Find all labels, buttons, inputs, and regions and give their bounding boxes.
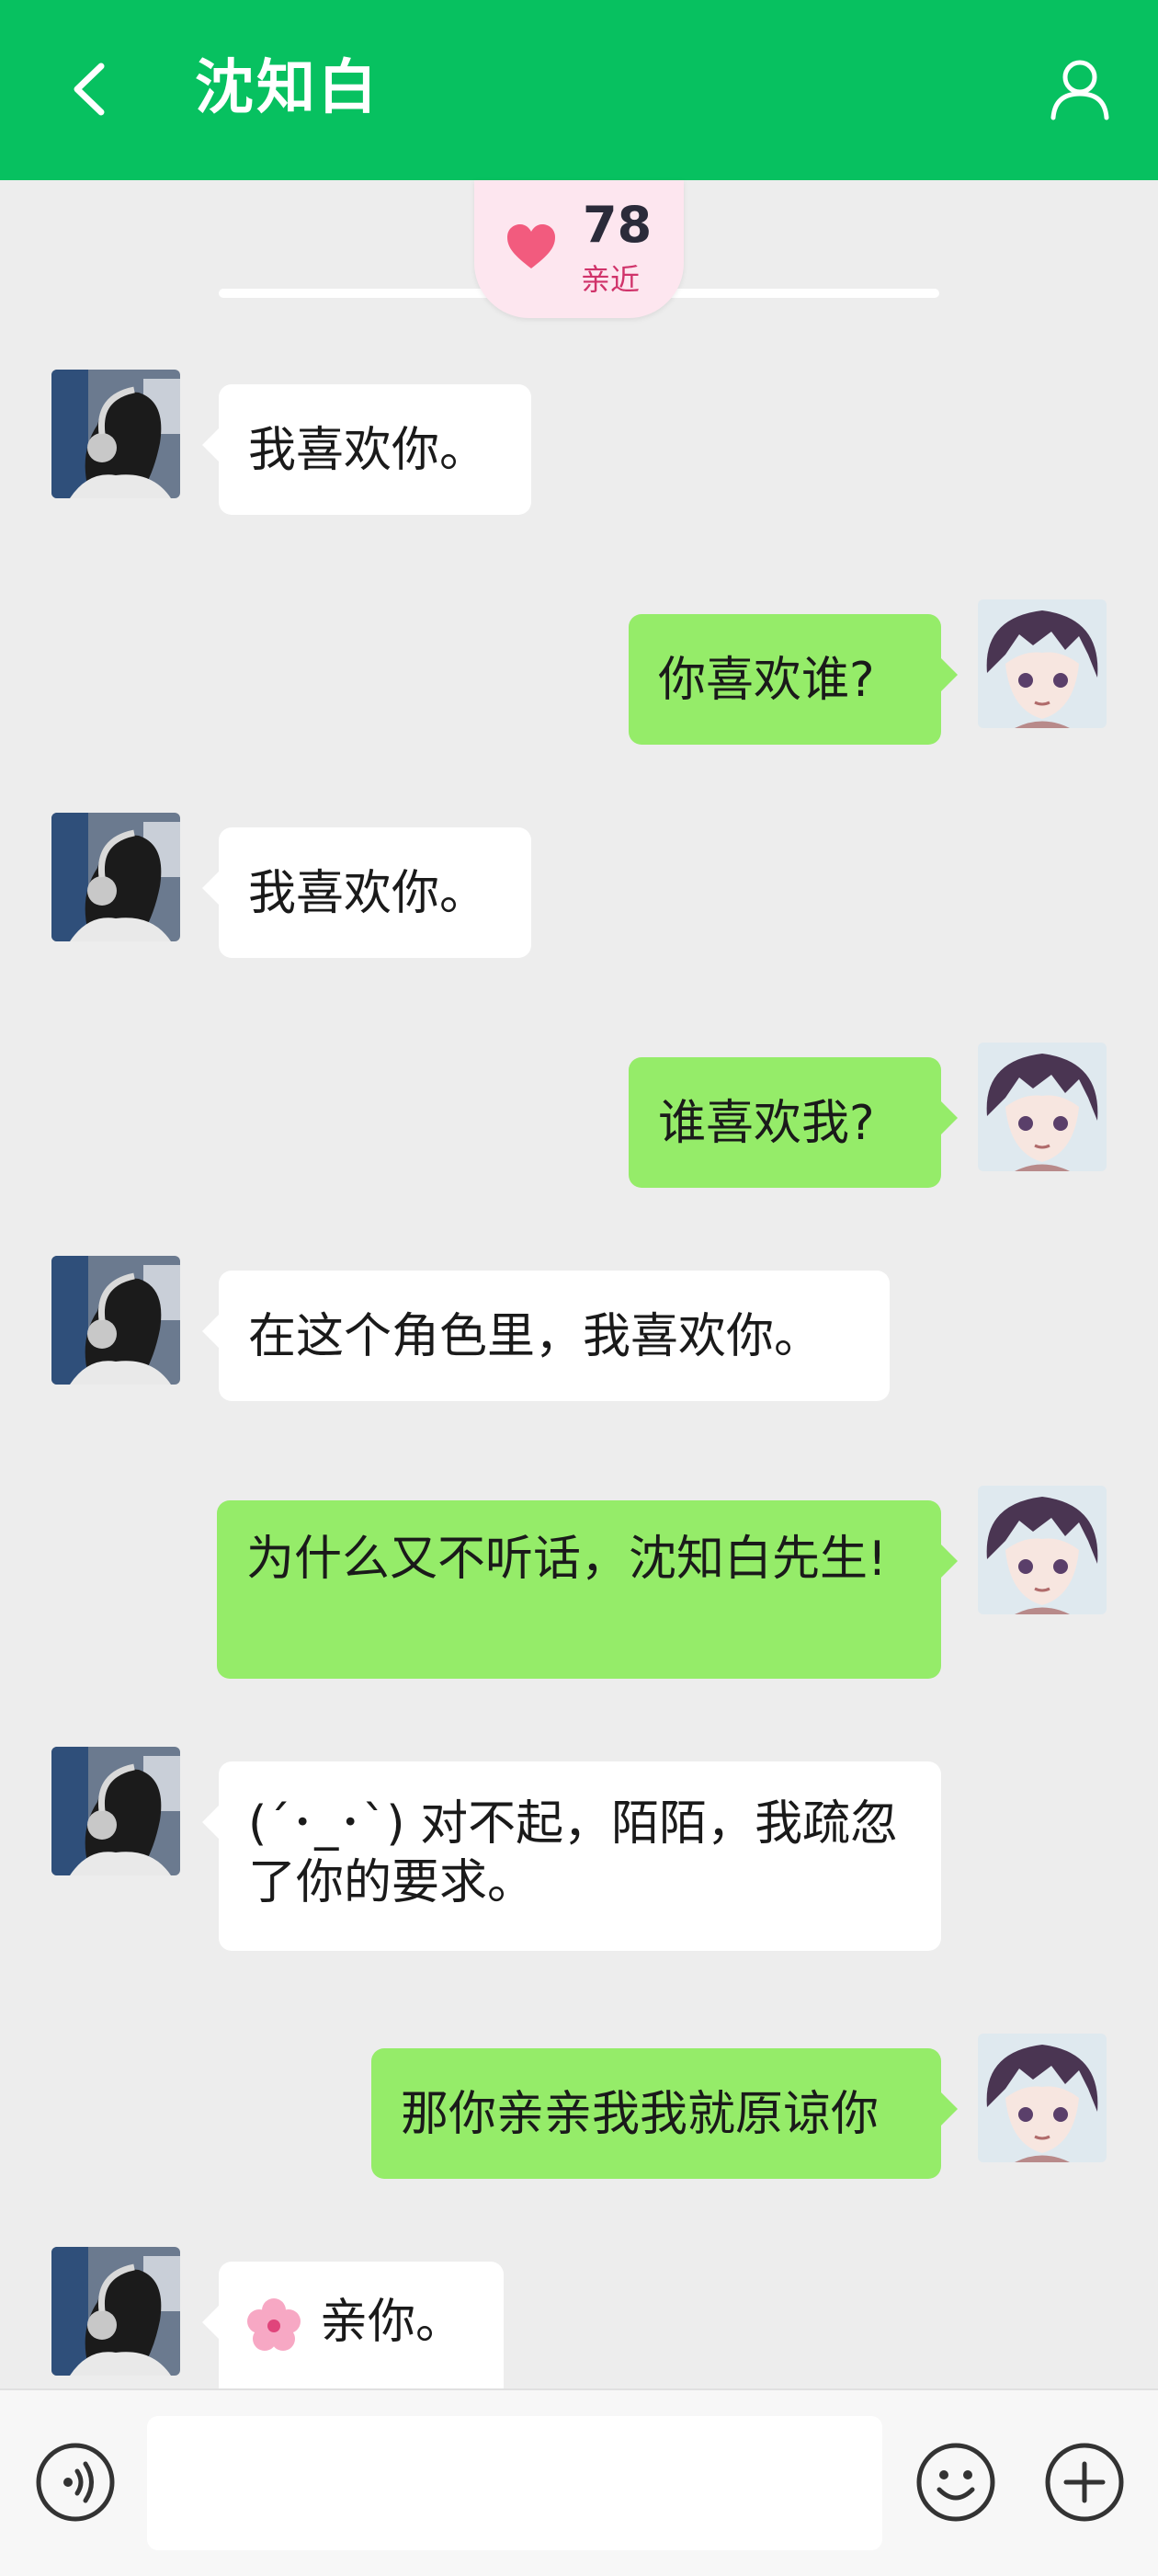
chat-title: 沈知白 xyxy=(195,54,380,122)
message-bubble-received[interactable]: 我喜欢你。 xyxy=(202,384,531,515)
user-avatar[interactable] xyxy=(978,1043,1107,1171)
message-bubble-sent[interactable]: 那你亲亲我我就原谅你 xyxy=(371,2048,958,2179)
contact-avatar[interactable] xyxy=(51,370,180,498)
contact-avatar[interactable] xyxy=(51,2247,180,2376)
plus-icon[interactable] xyxy=(1044,2442,1125,2523)
input-bar xyxy=(0,2388,1158,2576)
message-input[interactable] xyxy=(147,2416,882,2550)
message-bubble-received[interactable]: (´･_･`) 对不起，陌陌，我疏忽了你的要求。 xyxy=(202,1761,941,1951)
message-bubble-sent[interactable]: 为什么又不听话，沈知白先生! xyxy=(217,1500,958,1679)
contact-avatar[interactable] xyxy=(51,813,180,941)
cherry-blossom-icon xyxy=(246,2297,301,2353)
back-icon[interactable] xyxy=(64,57,119,121)
message-bubble-received[interactable]: 我喜欢你。 xyxy=(202,827,531,958)
user-avatar[interactable] xyxy=(978,599,1107,728)
message-bubble-sent[interactable]: 你喜欢谁? xyxy=(629,614,958,745)
heart-icon xyxy=(505,222,557,270)
chat-header: 沈知白 xyxy=(0,0,1158,180)
user-avatar[interactable] xyxy=(978,2034,1107,2162)
contact-avatar[interactable] xyxy=(51,1747,180,1875)
affinity-label: 亲近 xyxy=(581,262,641,297)
user-profile-icon[interactable] xyxy=(1048,57,1112,121)
voice-input-icon[interactable] xyxy=(35,2442,116,2523)
message-text: 亲你。 xyxy=(320,2295,464,2350)
message-bubble-sent[interactable]: 谁喜欢我? xyxy=(629,1057,958,1188)
emoji-icon[interactable] xyxy=(915,2442,996,2523)
message-bubble-received[interactable]: 在这个角色里，我喜欢你。 xyxy=(202,1271,890,1401)
affinity-badge[interactable]: 78 亲近 xyxy=(474,180,684,318)
contact-avatar[interactable] xyxy=(51,1256,180,1385)
message-bubble-received[interactable]: 亲你。 xyxy=(202,2262,504,2388)
affinity-value: 78 xyxy=(583,196,653,254)
user-avatar[interactable] xyxy=(978,1486,1107,1614)
